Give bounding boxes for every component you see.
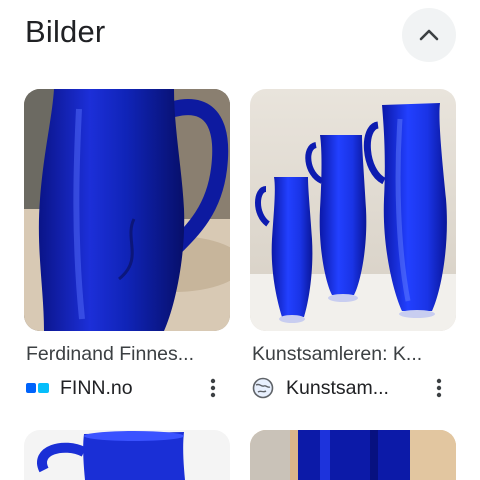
blue-glass-jug-image xyxy=(24,89,230,331)
more-options-button[interactable] xyxy=(200,375,226,401)
result-thumbnail[interactable] xyxy=(250,89,456,331)
more-options-button[interactable] xyxy=(426,375,452,401)
images-section-header: Bilder xyxy=(0,0,480,70)
finn-logo-icon xyxy=(26,378,52,398)
result-source-row: Kunstsam... xyxy=(250,375,456,401)
result-source-name[interactable]: FINN.no xyxy=(60,377,133,400)
more-vert-icon xyxy=(436,378,442,398)
result-source-name[interactable]: Kunstsam... xyxy=(286,377,389,400)
result-thumbnail[interactable] xyxy=(24,430,230,480)
result-thumbnail[interactable] xyxy=(24,89,230,331)
section-title: Bilder xyxy=(25,14,106,49)
collapse-button[interactable] xyxy=(402,8,456,62)
blue-glass-jugs-image xyxy=(250,89,456,331)
blue-glass-jug-image xyxy=(24,430,230,480)
result-source-row: FINN.no xyxy=(24,375,230,401)
result-caption[interactable]: Ferdinand Finnes... xyxy=(26,343,232,366)
blue-glass-jug-image xyxy=(250,430,456,480)
globe-icon xyxy=(252,377,278,399)
more-vert-icon xyxy=(210,378,216,398)
result-thumbnail[interactable] xyxy=(250,430,456,480)
chevron-up-icon xyxy=(419,29,439,41)
result-caption[interactable]: Kunstsamleren: K... xyxy=(252,343,458,366)
